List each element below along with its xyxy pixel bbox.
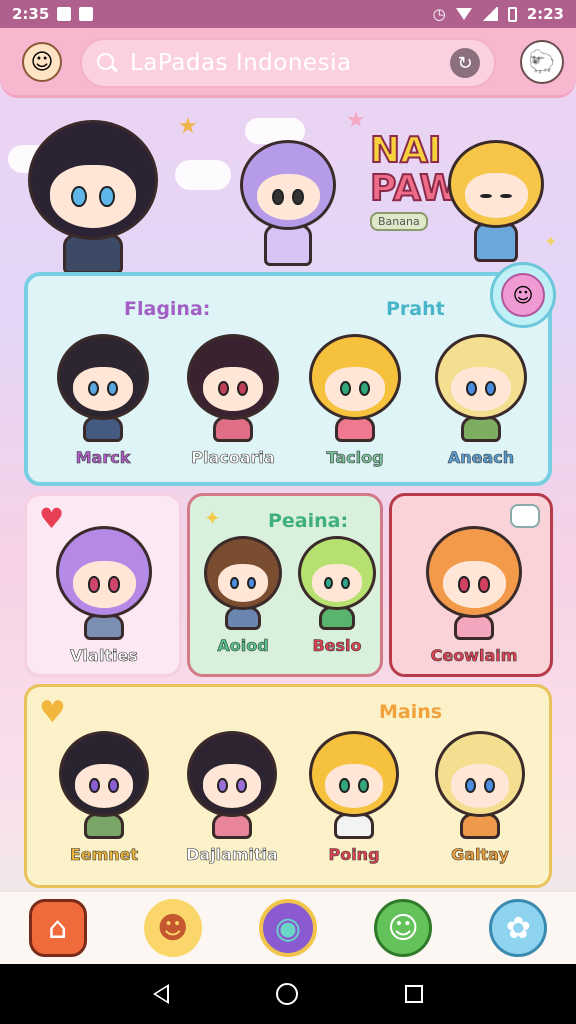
system-navigation bbox=[0, 964, 576, 1024]
panel-header-right: Praht bbox=[386, 298, 445, 320]
character-panel-left[interactable]: ♥ Vlalties bbox=[24, 493, 182, 677]
app-notification-icon bbox=[79, 7, 94, 21]
character-panel-right[interactable]: Ceowlaim bbox=[389, 493, 553, 677]
character-purple-boy bbox=[240, 140, 336, 266]
reload-icon[interactable]: ↻ bbox=[450, 48, 480, 78]
recents-icon[interactable] bbox=[404, 985, 423, 1003]
cloud-decoration bbox=[175, 160, 231, 190]
panel-header-bottom: Mains bbox=[379, 701, 443, 723]
heart-icon: ♥ bbox=[39, 695, 66, 730]
battery-icon bbox=[507, 6, 517, 22]
app-header: ☺ LaPadas Indonesia ↻ 🐑 bbox=[0, 28, 576, 98]
speech-bubble-icon bbox=[510, 504, 540, 528]
character-card[interactable]: Vlalties bbox=[49, 526, 159, 665]
panel-header-left: Flagina: bbox=[124, 298, 211, 320]
character-card[interactable]: Galtay bbox=[425, 731, 535, 864]
notification-icon bbox=[57, 7, 72, 21]
character-panel-center: ✦ Peaina: Aoiod Beslo bbox=[187, 493, 383, 677]
alarm-icon: ◷ bbox=[432, 5, 446, 23]
mascot-icon[interactable]: ✿ bbox=[489, 899, 548, 957]
character-name: Taclog bbox=[326, 448, 384, 468]
character-card[interactable]: Poing bbox=[299, 731, 409, 864]
status-bar: 2:35 ◷ 2:23 bbox=[0, 0, 576, 28]
character-name: Aneach bbox=[447, 448, 515, 468]
sparkle-icon: ✦ bbox=[204, 506, 221, 530]
character-card[interactable]: Marck bbox=[48, 334, 158, 467]
smiley-icon[interactable]: ☻ bbox=[143, 899, 202, 957]
profile-avatar-icon[interactable]: ☺ bbox=[22, 42, 62, 82]
character-card[interactable]: Aneach bbox=[426, 334, 536, 467]
character-catgirl bbox=[28, 120, 158, 274]
signal-icon bbox=[481, 7, 498, 21]
mascot-menu-icon[interactable]: 🐑 bbox=[520, 40, 564, 84]
emoji-button[interactable]: ☺ bbox=[490, 262, 556, 328]
character-card[interactable]: Ceowlaim bbox=[414, 526, 534, 665]
wifi-icon bbox=[455, 8, 472, 20]
bottom-navigation: ⌂ ☻ ◉ ☺ ✿ bbox=[0, 890, 576, 964]
character-blonde-girl bbox=[448, 140, 544, 262]
sparkle-icon: ✦ bbox=[544, 232, 558, 251]
character-name: Placoaria bbox=[191, 448, 275, 468]
chat-icon[interactable]: ☺ bbox=[374, 899, 433, 957]
character-name: Beslo bbox=[312, 636, 362, 656]
star-icon: ★ bbox=[346, 108, 366, 133]
character-panel-bottom: ♥ Mains Eemnet Dajlamitia Poing Galtay bbox=[24, 684, 552, 888]
character-card[interactable]: Taclog bbox=[300, 334, 410, 467]
status-right-text: 2:23 bbox=[526, 5, 564, 23]
hero-banner: ★ ★ ✦ NAI PAW Banana bbox=[0, 100, 576, 280]
character-panel-top: Flagina: Praht ☺ Marck Placoaria Taclog … bbox=[24, 262, 556, 486]
status-time: 2:35 bbox=[12, 5, 50, 23]
character-name: Dajlamitia bbox=[186, 845, 279, 865]
character-card[interactable]: Eemnet bbox=[49, 731, 159, 864]
house-icon[interactable]: ⌂ bbox=[28, 899, 87, 957]
character-name: Aoiod bbox=[217, 636, 269, 656]
globe-icon[interactable]: ◉ bbox=[258, 899, 317, 957]
star-icon: ★ bbox=[178, 114, 198, 139]
character-name: Poing bbox=[328, 845, 380, 865]
logo-badge: Banana bbox=[370, 212, 428, 231]
home-icon[interactable] bbox=[275, 983, 298, 1005]
search-input[interactable]: LaPadas Indonesia bbox=[130, 50, 450, 76]
character-card[interactable]: Dajlamitia bbox=[177, 731, 287, 864]
character-card[interactable]: Placoaria bbox=[178, 334, 288, 467]
character-card[interactable]: Aoiod bbox=[200, 536, 286, 655]
character-name: Marck bbox=[75, 448, 131, 468]
character-name: Vlalties bbox=[70, 646, 138, 666]
search-icon bbox=[96, 52, 118, 74]
smile-face-icon: ☺ bbox=[501, 273, 545, 317]
character-name: Ceowlaim bbox=[430, 646, 518, 666]
panel-header-center: Peaina: bbox=[268, 510, 349, 532]
character-card[interactable]: Beslo bbox=[294, 536, 380, 655]
character-name: Eemnet bbox=[69, 845, 139, 865]
character-name: Galtay bbox=[451, 845, 509, 865]
search-bar[interactable]: LaPadas Indonesia ↻ bbox=[80, 38, 496, 88]
back-icon[interactable] bbox=[153, 984, 170, 1004]
